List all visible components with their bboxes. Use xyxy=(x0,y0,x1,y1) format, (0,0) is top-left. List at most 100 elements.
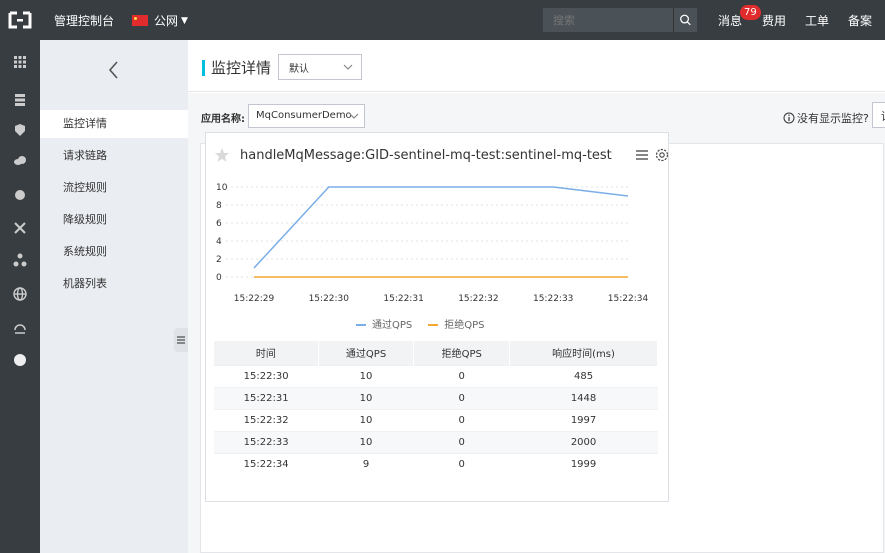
cell-block-qps: 0 xyxy=(413,386,510,409)
x-tick-label: 15:22:31 xyxy=(383,294,423,303)
col-header-block-qps: 拒绝QPS xyxy=(413,341,511,365)
x-tick-label: 15:22:29 xyxy=(234,294,275,303)
series-line-pass-qps xyxy=(253,186,629,269)
cell-time: 15:22:33 xyxy=(214,430,319,453)
cell-rt: 2000 xyxy=(509,430,658,453)
main-area: 监控详情 默认 应用名称: MqConsumerDemo 没有显示监控? 请 xyxy=(188,40,885,553)
x-tick-label: 15:22:30 xyxy=(309,294,350,303)
page-header: 监控详情 默认 xyxy=(188,40,885,92)
cell-pass-qps: 10 xyxy=(318,408,414,431)
sidebar-item-label: 流控规则 xyxy=(63,181,107,194)
mode-select-value: 默认 xyxy=(289,64,309,75)
cell-time: 15:22:32 xyxy=(214,408,319,431)
legend-label-block: 拒绝QPS xyxy=(444,320,485,331)
y-tick-label: 6 xyxy=(216,219,222,229)
col-header-pass-qps: 通过QPS xyxy=(318,341,415,365)
back-chevron-icon[interactable] xyxy=(104,58,124,82)
cell-pass-qps: 9 xyxy=(318,452,414,475)
caret-down-icon: ▼ xyxy=(181,15,188,26)
region-selector[interactable]: 公网 ▼ xyxy=(132,12,188,29)
table-row: 15:22:32 10 0 1997 xyxy=(214,408,658,431)
sidebar-item-system-rules[interactable]: 系统规则 xyxy=(40,238,188,266)
cell-time: 15:22:31 xyxy=(214,386,319,409)
table-header-row: 时间 通过QPS 拒绝QPS 响应时间(ms) xyxy=(214,341,658,365)
china-flag-icon xyxy=(132,15,148,26)
app-name-select[interactable]: MqConsumerDemo xyxy=(248,104,365,128)
search-icon[interactable] xyxy=(673,8,697,32)
sidebar-collapse-handle[interactable] xyxy=(174,328,188,352)
cell-rt: 485 xyxy=(509,364,658,387)
table-row: 15:22:34 9 0 1999 xyxy=(214,452,658,475)
table-row: 15:22:30 10 0 485 xyxy=(214,364,658,387)
cell-block-qps: 0 xyxy=(413,430,510,453)
cell-pass-qps: 10 xyxy=(318,430,414,453)
legend-item-block[interactable]: 拒绝QPS xyxy=(428,316,485,331)
chevron-down-icon xyxy=(343,64,353,70)
nodes-icon[interactable] xyxy=(12,252,28,268)
database-icon[interactable] xyxy=(12,122,28,138)
mode-select[interactable]: 默认 xyxy=(278,54,362,80)
filing-link[interactable]: 备案 xyxy=(848,12,872,29)
cell-rt: 1999 xyxy=(509,452,658,475)
search-input[interactable] xyxy=(543,8,671,32)
sidebar-item-monitor-details[interactable]: 监控详情 xyxy=(40,110,188,138)
messages-count-badge: 79 xyxy=(740,5,761,20)
col-header-time: 时间 xyxy=(214,341,319,365)
x-tick-label: 15:22:32 xyxy=(458,294,498,303)
y-tick-label: 4 xyxy=(216,237,222,247)
sidebar-item-label: 监控详情 xyxy=(63,117,107,130)
server-icon[interactable] xyxy=(12,92,28,108)
aliyun-logo-icon[interactable] xyxy=(8,11,32,29)
app-name-value: MqConsumerDemo xyxy=(256,110,352,121)
gear-icon[interactable] xyxy=(654,147,670,163)
sidebar-item-machine-list[interactable]: 机器列表 xyxy=(40,270,188,298)
no-monitor-tip[interactable]: 没有显示监控? xyxy=(783,110,869,126)
cloud-icon[interactable] xyxy=(12,152,28,168)
fees-link[interactable]: 费用 xyxy=(762,12,786,29)
grid-apps-icon[interactable] xyxy=(12,54,28,70)
cell-block-qps: 0 xyxy=(413,452,510,475)
y-tick-label: 10 xyxy=(216,183,228,193)
chevron-down-icon xyxy=(349,113,359,119)
page-title: 监控详情 xyxy=(211,59,272,77)
drop-icon[interactable] xyxy=(12,186,28,202)
cell-rt: 1997 xyxy=(509,408,658,431)
y-tick-label: 2 xyxy=(216,255,222,265)
collapse-menu-icon xyxy=(177,336,185,344)
legend-swatch-pass xyxy=(356,324,366,326)
tickets-link[interactable]: 工单 xyxy=(805,12,829,29)
cell-rt: 1448 xyxy=(509,386,658,409)
cell-block-qps: 0 xyxy=(413,364,510,387)
sidebar: 监控详情 请求链路 流控规则 降级规则 系统规则 机器列表 xyxy=(40,40,188,553)
circle-icon[interactable] xyxy=(12,352,28,368)
qps-line-chart: 0 2 4 6 8 10 15:22:29 15:22:30 15:22:31 15:22:32 1… xyxy=(216,183,648,303)
menu-icon[interactable] xyxy=(635,148,649,162)
star-icon[interactable] xyxy=(214,147,230,163)
cell-block-qps: 0 xyxy=(413,408,510,431)
sidebar-item-flow-rules[interactable]: 流控规则 xyxy=(40,174,188,202)
search-box xyxy=(543,8,697,32)
table-row: 15:22:31 10 0 1448 xyxy=(214,386,658,409)
cell-time: 15:22:34 xyxy=(214,452,319,475)
col-header-rt: 响应时间(ms) xyxy=(509,341,658,365)
cut-off-button[interactable]: 请 xyxy=(872,102,885,128)
app-name-label: 应用名称: xyxy=(201,114,245,125)
legend-swatch-block xyxy=(428,324,439,326)
globe-icon[interactable] xyxy=(12,286,28,302)
network-icon[interactable] xyxy=(12,220,28,236)
table-row: 15:22:33 10 0 2000 xyxy=(214,430,658,453)
messages-link[interactable]: 消息 xyxy=(718,12,742,29)
product-rail xyxy=(0,40,40,553)
console-title-link[interactable]: 管理控制台 xyxy=(54,12,114,29)
sidebar-item-request-chain[interactable]: 请求链路 xyxy=(40,142,188,170)
sidebar-item-label: 请求链路 xyxy=(63,149,107,162)
tip-text: 没有显示监控? xyxy=(797,112,869,125)
legend-item-pass[interactable]: 通过QPS xyxy=(356,316,412,331)
region-label: 公网 xyxy=(154,14,179,28)
resource-title: handleMqMessage:GID-sentinel-mq-test:sen… xyxy=(240,148,612,163)
info-circle-icon xyxy=(783,112,795,124)
recycle-icon[interactable] xyxy=(12,320,28,336)
sidebar-item-degrade-rules[interactable]: 降级规则 xyxy=(40,206,188,234)
y-tick-label: 8 xyxy=(216,201,222,211)
y-tick-label: 0 xyxy=(216,273,222,283)
